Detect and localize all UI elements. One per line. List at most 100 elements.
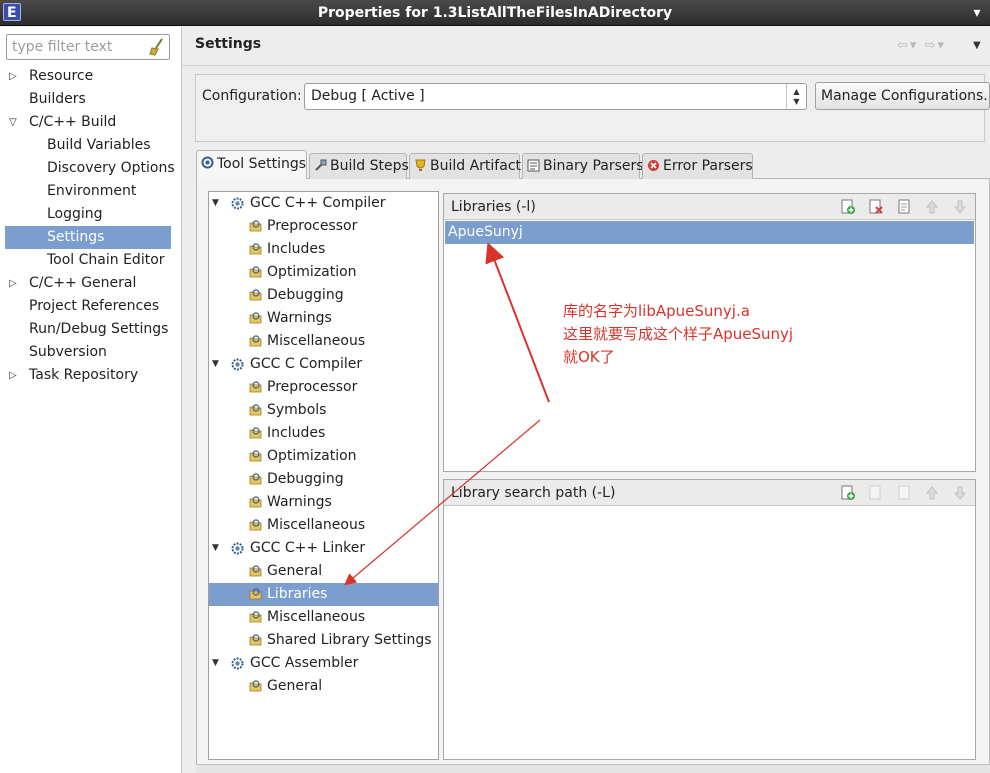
tool-option-icon (249, 266, 262, 278)
tool-option[interactable]: Optimization (209, 261, 438, 284)
sidebar-item-run-debug-settings[interactable]: Run/Debug Settings (0, 318, 182, 341)
tool-option[interactable]: Optimization (209, 445, 438, 468)
tool-category[interactable]: ▼ GCC C++ Linker (209, 537, 438, 560)
library-item[interactable]: ApueSunyj (445, 221, 974, 244)
configuration-select[interactable]: Debug [ Active ] ▲ ▼ (304, 83, 807, 110)
window-menu-icon[interactable]: ▾ (968, 4, 986, 22)
tool-node-label: General (267, 563, 323, 579)
view-menu-icon[interactable]: ▼ (973, 40, 981, 51)
tab-build-steps[interactable]: Build Steps (309, 153, 409, 179)
tool-option-icon (249, 680, 262, 692)
binary-parsers-icon (527, 159, 540, 172)
tool-option[interactable]: Includes (209, 422, 438, 445)
annotation-line: 这里就要写成这个样子ApueSunyj (563, 325, 794, 343)
tool-option[interactable]: Miscellaneous (209, 330, 438, 353)
tool-option[interactable]: Preprocessor (209, 376, 438, 399)
sidebar-item-label: Build Variables (47, 137, 151, 153)
move-up-icon[interactable] (924, 485, 940, 501)
tool-category[interactable]: ▼ GCC C++ Compiler (209, 192, 438, 215)
clear-filter-icon[interactable] (149, 38, 165, 56)
sidebar-item-label: Project References (29, 298, 160, 314)
sidebar-item-c-c-general[interactable]: ▷ C/C++ General (0, 272, 182, 295)
tab-label: Error Parsers (663, 158, 753, 174)
tool-option[interactable]: General (209, 675, 438, 698)
tab-tool-settings[interactable]: Tool Settings (196, 150, 307, 179)
tool-option[interactable]: Miscellaneous (209, 514, 438, 537)
sidebar-item-label: C/C++ Build (29, 114, 117, 130)
filter-field[interactable] (6, 34, 170, 60)
sidebar-item-label: Builders (29, 91, 86, 107)
tab-label: Build Artifact (430, 158, 521, 174)
sidebar-item-label: Tool Chain Editor (47, 252, 165, 268)
delete-icon[interactable] (868, 199, 884, 215)
sidebar-item-resource[interactable]: ▷ Resource (0, 65, 182, 88)
expanded-arrow-icon[interactable]: ▼ (212, 652, 219, 675)
tool-option[interactable]: Miscellaneous (209, 606, 438, 629)
expanded-arrow-icon[interactable]: ▽ (9, 111, 21, 134)
tool-option-icon (249, 588, 262, 600)
sidebar-item-label: Resource (29, 68, 94, 84)
sidebar-item-task-repository[interactable]: ▷ Task Repository (0, 364, 182, 387)
tool-option[interactable]: Debugging (209, 284, 438, 307)
sidebar-item-environment[interactable]: Environment (0, 180, 182, 203)
move-up-icon[interactable] (924, 199, 940, 215)
sidebar-item-label: Logging (47, 206, 103, 222)
tool-category[interactable]: ▼ GCC Assembler (209, 652, 438, 675)
filter-input[interactable] (10, 36, 150, 58)
manage-configurations-button[interactable]: Manage Configurations... (815, 82, 990, 110)
libraries-header: Libraries (-l) (444, 194, 975, 220)
window-titlebar: Properties for 1.3ListAllTheFilesInADire… (0, 0, 990, 26)
sidebar-item-c-c-build[interactable]: ▽ C/C++ Build (0, 111, 182, 134)
library-search-path-header: Library search path (-L) (444, 480, 975, 506)
edit-icon[interactable] (897, 485, 913, 501)
tool-option-icon (249, 404, 262, 416)
tool-option-icon (249, 289, 262, 301)
tool-option[interactable]: Symbols (209, 399, 438, 422)
add-icon[interactable] (840, 199, 856, 215)
tool-category[interactable]: ▼ GCC C Compiler (209, 353, 438, 376)
tool-option[interactable]: General (209, 560, 438, 583)
sidebar-item-settings[interactable]: Settings (5, 226, 171, 249)
tool-node-label: Miscellaneous (267, 517, 366, 533)
tool-node-label: Includes (267, 425, 326, 441)
collapsed-arrow-icon[interactable]: ▷ (9, 65, 21, 88)
expanded-arrow-icon[interactable]: ▼ (212, 192, 219, 215)
sidebar-item-label: C/C++ General (29, 275, 137, 291)
sidebar-item-build-variables[interactable]: Build Variables (0, 134, 182, 157)
tab-error-parsers[interactable]: Error Parsers (642, 153, 753, 179)
edit-icon[interactable] (897, 199, 913, 215)
tool-node-label: Warnings (267, 494, 332, 510)
sidebar-item-builders[interactable]: Builders (0, 88, 182, 111)
tool-option[interactable]: Warnings (209, 491, 438, 514)
error-parsers-icon (648, 160, 659, 171)
tool-option[interactable]: Preprocessor (209, 215, 438, 238)
sidebar-item-logging[interactable]: Logging (0, 203, 182, 226)
tool-node-label: Preprocessor (267, 379, 358, 395)
tool-option[interactable]: Debugging (209, 468, 438, 491)
sidebar-item-project-references[interactable]: Project References (0, 295, 182, 318)
tab-binary-parsers[interactable]: Binary Parsers (522, 153, 644, 179)
tab-build-artifact[interactable]: Build Artifact (409, 153, 521, 179)
tool-option-icon (249, 220, 262, 232)
tool-option[interactable]: Warnings (209, 307, 438, 330)
tool-node-label: GCC Assembler (250, 655, 359, 671)
tool-option[interactable]: Shared Library Settings (209, 629, 438, 652)
collapsed-arrow-icon[interactable]: ▷ (9, 364, 21, 387)
horizontal-scrollbar[interactable] (196, 764, 990, 773)
tool-option[interactable]: Includes (209, 238, 438, 261)
sidebar-item-subversion[interactable]: Subversion (0, 341, 182, 364)
expanded-arrow-icon[interactable]: ▼ (212, 353, 219, 376)
add-icon[interactable] (840, 485, 856, 501)
collapsed-arrow-icon[interactable]: ▷ (9, 272, 21, 295)
tool-option-icon (249, 381, 262, 393)
back-forward-icons[interactable]: ⇦▾ ⇨▾ (897, 38, 946, 53)
sidebar-item-discovery-options[interactable]: Discovery Options (0, 157, 182, 180)
tool-node-label: Optimization (267, 448, 357, 464)
move-down-icon[interactable] (952, 485, 968, 501)
move-down-icon[interactable] (952, 199, 968, 215)
tool-node-label: Miscellaneous (267, 609, 366, 625)
tool-option[interactable]: Libraries (209, 583, 438, 606)
expanded-arrow-icon[interactable]: ▼ (212, 537, 219, 560)
sidebar-item-tool-chain-editor[interactable]: Tool Chain Editor (0, 249, 182, 272)
delete-icon[interactable] (868, 485, 884, 501)
